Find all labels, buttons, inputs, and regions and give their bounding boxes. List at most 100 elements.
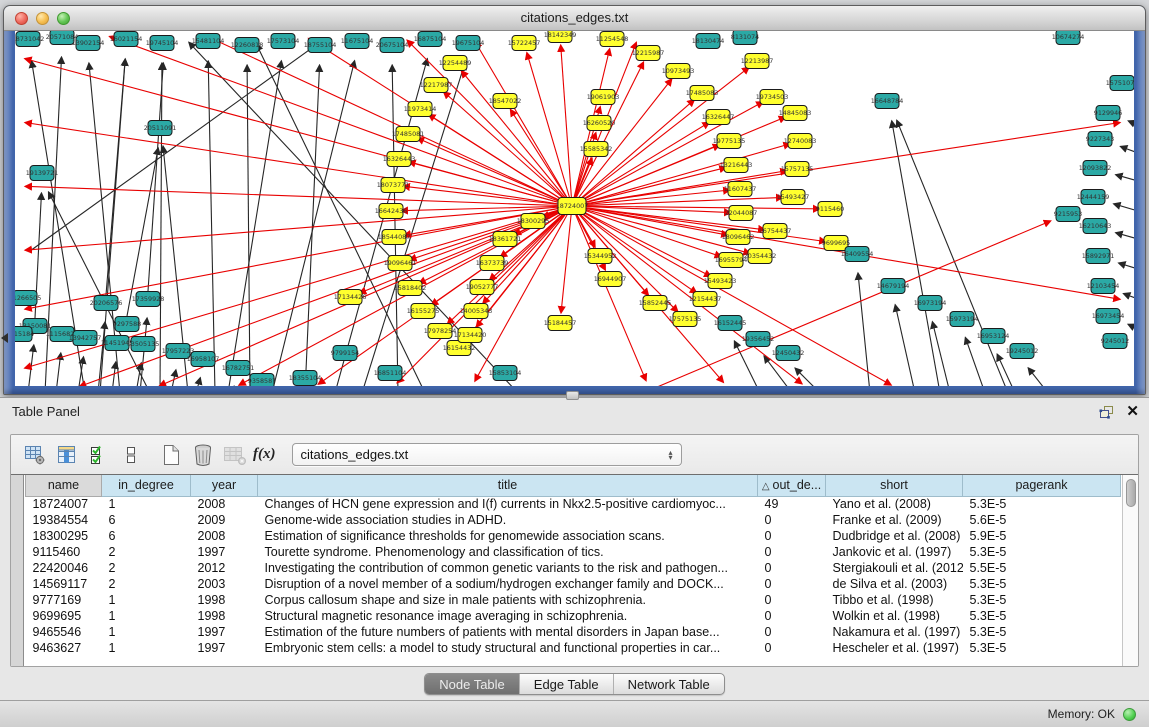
table-cell[interactable]: 22420046 — [26, 560, 102, 576]
network-node[interactable]: 15751074 — [1106, 76, 1134, 91]
close-panel-icon[interactable]: ✕ — [1126, 404, 1139, 419]
network-node[interactable]: 17485083 — [686, 86, 719, 101]
table-cell[interactable]: Estimation of the future numbers of pati… — [258, 624, 758, 640]
network-node[interactable]: 3915184 — [15, 327, 34, 342]
table-cell[interactable]: 9777169 — [26, 592, 102, 608]
network-node[interactable]: 17575135 — [669, 312, 702, 327]
network-node[interactable]: 16958107 — [187, 352, 220, 367]
column-header-year[interactable]: year — [191, 475, 258, 496]
table-cell[interactable]: Corpus callosum shape and size in male p… — [258, 592, 758, 608]
table-cell[interactable]: 1997 — [191, 544, 258, 560]
network-node[interactable]: 16782751 — [222, 361, 255, 376]
network-node[interactable]: 15585342 — [580, 142, 613, 157]
table-cell[interactable]: Estimation of significance thresholds fo… — [258, 528, 758, 544]
network-node[interactable]: 12217987 — [420, 78, 453, 93]
network-node[interactable]: 15818402 — [394, 281, 427, 296]
network-node[interactable]: 16973454 — [1092, 309, 1125, 324]
network-node[interactable]: 14845083 — [779, 106, 812, 121]
table-cell[interactable]: 0 — [758, 560, 826, 576]
network-node[interactable]: 15973194 — [946, 312, 979, 327]
network-node[interactable]: 20206576 — [90, 296, 123, 311]
network-node[interactable]: 16152445 — [714, 316, 747, 331]
column-header-title[interactable]: title — [258, 475, 758, 496]
table-cell[interactable]: Jankovic et al. (1997) — [826, 544, 963, 560]
table-cell[interactable]: 5.3E-5 — [963, 640, 1121, 656]
table-cell[interactable]: 2008 — [191, 496, 258, 512]
table-selector-combobox[interactable]: citations_edges.txt ▴▾ — [292, 443, 682, 466]
network-node[interactable]: 16648784 — [871, 94, 904, 109]
network-node[interactable]: 13216443 — [720, 158, 753, 173]
network-node[interactable]: 13505135 — [127, 337, 160, 352]
network-node[interactable]: 12154437 — [689, 292, 722, 307]
node-table-header[interactable]: namein_degreeyeartitle△out_de...shortpag… — [26, 475, 1121, 496]
table-cell[interactable]: Nakamura et al. (1997) — [826, 624, 963, 640]
network-node[interactable]: 15757135 — [781, 162, 814, 177]
table-cell[interactable]: 1 — [102, 624, 191, 640]
network-node[interactable]: 15493423 — [704, 274, 737, 289]
network-node[interactable]: 13902154 — [72, 36, 105, 51]
network-node[interactable]: 9358587 — [248, 374, 276, 387]
memory-status-dot[interactable] — [1123, 708, 1136, 721]
table-cell[interactable]: 0 — [758, 528, 826, 544]
network-node[interactable]: 15184457 — [544, 316, 577, 331]
column-header-pagerank[interactable]: pagerank — [963, 475, 1121, 496]
network-node[interactable]: 18361721 — [489, 232, 522, 247]
network-node[interactable]: 17134420 — [454, 328, 487, 343]
network-node[interactable]: 14005343 — [460, 304, 493, 319]
network-node[interactable]: 11254548 — [596, 32, 629, 47]
network-node[interactable]: 9215953 — [1054, 207, 1082, 222]
network-node[interactable]: 12254489 — [439, 56, 472, 71]
table-cell[interactable]: de Silva et al. (2003) — [826, 576, 963, 592]
network-node[interactable]: 16851104 — [374, 366, 407, 381]
table-cell[interactable]: Genome-wide association studies in ADHD. — [258, 512, 758, 528]
table-row[interactable]: 946362711997Embryonic stem cells: a mode… — [26, 640, 1121, 656]
table-vertical-scrollbar[interactable] — [1122, 475, 1138, 666]
network-node[interactable]: 16875104 — [414, 32, 447, 47]
network-node[interactable]: 9297588 — [113, 317, 141, 332]
table-cell[interactable]: 0 — [758, 544, 826, 560]
table-cell[interactable]: 0 — [758, 624, 826, 640]
network-node[interactable]: 12260818 — [231, 38, 264, 53]
network-node[interactable]: 16642436 — [375, 204, 408, 219]
table-row[interactable]: 2242004622012Investigating the contribut… — [26, 560, 1121, 576]
network-node[interactable]: 9799154 — [331, 346, 359, 361]
network-node[interactable]: 9245012 — [1101, 334, 1129, 349]
network-node[interactable]: 12740083 — [784, 134, 817, 149]
table-cell[interactable]: Investigating the contribution of common… — [258, 560, 758, 576]
table-cell[interactable]: 0 — [758, 592, 826, 608]
network-canvas[interactable]: 1225448912217987119734141748508116326443… — [15, 31, 1134, 386]
table-cell[interactable]: 5.3E-5 — [963, 608, 1121, 624]
table-cell[interactable]: 5.3E-5 — [963, 496, 1121, 512]
network-node[interactable]: 18300295 — [517, 214, 550, 229]
table-cell[interactable]: 1998 — [191, 608, 258, 624]
network-node[interactable]: 16326447 — [702, 110, 735, 125]
column-header-name[interactable]: name — [26, 475, 102, 496]
table-cell[interactable]: 5.6E-5 — [963, 512, 1121, 528]
network-node[interactable]: 22044087 — [725, 206, 758, 221]
table-cell[interactable]: 14569117 — [26, 576, 102, 592]
network-node[interactable]: 18724007 — [556, 198, 589, 215]
network-node[interactable]: 16953124 — [977, 329, 1010, 344]
column-header-short[interactable]: short — [826, 475, 963, 496]
table-row[interactable]: 1456911722003Disruption of a novel membe… — [26, 576, 1121, 592]
row-height-button[interactable] — [115, 440, 147, 470]
scrollbar-thumb[interactable] — [1126, 479, 1136, 507]
network-node[interactable]: 17485081 — [392, 127, 425, 142]
table-cell[interactable]: 2008 — [191, 528, 258, 544]
table-row[interactable]: 977716911998Corpus callosum shape and si… — [26, 592, 1121, 608]
network-node[interactable]: 16326443 — [383, 152, 416, 167]
network-node[interactable]: 8131074 — [731, 31, 759, 45]
table-cell[interactable]: 49 — [758, 496, 826, 512]
table-cell[interactable]: Structural magnetic resonance image aver… — [258, 608, 758, 624]
network-node[interactable]: 19775135 — [713, 134, 746, 149]
column-header-out_de[interactable]: △out_de... — [758, 475, 826, 496]
table-cell[interactable]: 1997 — [191, 640, 258, 656]
network-node[interactable]: 12213987 — [741, 54, 774, 69]
table-settings-button[interactable] — [19, 440, 51, 470]
network-node[interactable]: 11607437 — [724, 182, 757, 197]
network-node[interactable]: 12444159 — [1077, 190, 1110, 205]
network-node[interactable]: 20675104 — [376, 38, 409, 53]
table-cell[interactable]: 0 — [758, 576, 826, 592]
network-node[interactable]: 19096461 — [384, 256, 417, 271]
table-cell[interactable]: 2 — [102, 544, 191, 560]
